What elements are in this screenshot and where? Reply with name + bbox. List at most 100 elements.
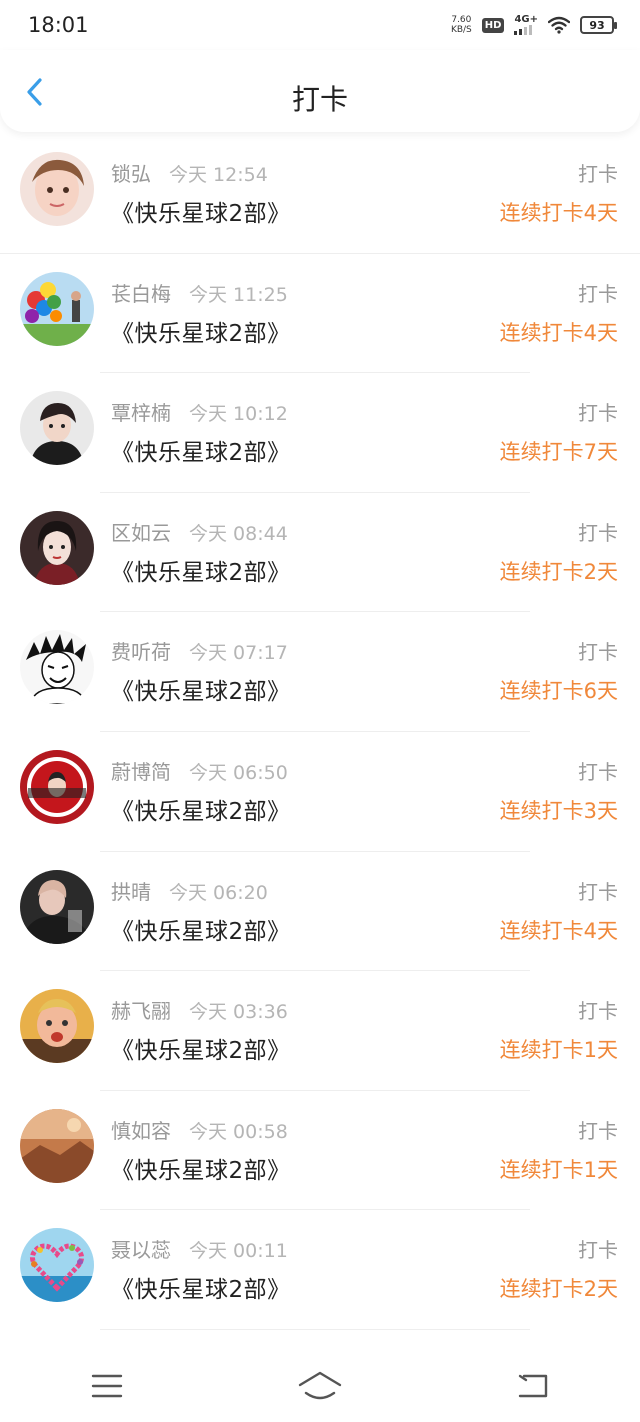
back-nav-icon	[519, 1374, 548, 1398]
user-name-text: 蔚博简	[111, 759, 171, 784]
network-speed-unit: KB/S	[450, 25, 472, 35]
checkin-time: 今天 12:54	[169, 164, 268, 186]
streak-label: 连续打卡2天	[499, 559, 618, 584]
checkin-time: 今天 03:36	[189, 1001, 288, 1024]
avatar[interactable]	[20, 271, 94, 346]
user-name-text: 赫飞翮	[111, 999, 171, 1024]
checkin-label: 打卡	[578, 1238, 618, 1263]
home-button[interactable]	[296, 1366, 344, 1406]
list-item[interactable]: 蔚博简 今天 06:50 《快乐星球2部》 打卡 连续打卡3天	[0, 732, 640, 852]
user-name: 拱晴 今天 06:20	[111, 876, 268, 905]
status-bar: 18:01 7.60 KB/S HD 4G+ 93	[0, 0, 640, 50]
list-item[interactable]: 慎如容 今天 00:58 《快乐星球2部》 打卡 连续打卡1天	[0, 1091, 640, 1211]
menu-button[interactable]	[83, 1366, 131, 1406]
checkin-time: 今天 11:25	[189, 283, 288, 306]
list-item[interactable]: 聂以蕊 今天 00:11 《快乐星球2部》 打卡 连续打卡2天	[0, 1210, 640, 1330]
avatar[interactable]	[20, 749, 94, 824]
checkin-list: 锁弘 今天 12:54 《快乐星球2部》 打卡 连续打卡4天 苌白梅 今天 11:2…	[0, 134, 640, 1330]
checkin-label: 打卡	[578, 759, 618, 784]
user-name: 慎如容 今天 00:58	[111, 1115, 288, 1144]
book-title[interactable]: 《快乐星球2部》	[111, 314, 291, 348]
avatar[interactable]	[20, 152, 94, 226]
streak-label: 连续打卡2天	[499, 1277, 618, 1302]
checkin-time: 今天 06:20	[169, 881, 268, 904]
list-item[interactable]: 赫飞翮 今天 03:36 《快乐星球2部》 打卡 连续打卡1天	[0, 971, 640, 1091]
avatar[interactable]	[20, 869, 94, 944]
avatar[interactable]	[20, 1108, 94, 1183]
battery-level: 93	[589, 18, 605, 32]
checkin-time: 今天 06:50	[189, 761, 288, 784]
book-title[interactable]: 《快乐星球2部》	[111, 1031, 291, 1065]
network-type-label: 4G+	[514, 14, 538, 25]
book-title[interactable]: 《快乐星球2部》	[111, 553, 291, 587]
user-name: 锁弘 今天 12:54	[111, 158, 268, 187]
network-speed-value: 7.60	[451, 15, 472, 25]
checkin-label: 打卡	[578, 162, 618, 186]
checkin-label: 打卡	[578, 520, 618, 545]
book-title[interactable]: 《快乐星球2部》	[111, 1270, 291, 1304]
checkin-time: 今天 10:12	[189, 403, 288, 426]
streak-label: 连续打卡4天	[499, 918, 618, 943]
streak-label: 连续打卡4天	[499, 320, 618, 345]
streak-label: 连续打卡7天	[499, 440, 618, 465]
avatar[interactable]	[20, 391, 94, 466]
system-nav-bar	[0, 1350, 640, 1422]
battery-icon: 93	[580, 16, 617, 34]
user-name-text: 锁弘	[111, 162, 151, 186]
user-name-text: 覃梓楠	[111, 401, 171, 426]
checkin-label: 打卡	[578, 879, 618, 904]
checkin-label: 打卡	[578, 1118, 618, 1143]
avatar[interactable]	[20, 510, 94, 585]
list-item[interactable]: 费听荷 今天 07:17 《快乐星球2部》 打卡 连续打卡6天	[0, 612, 640, 732]
user-name: 费听荷 今天 07:17	[111, 636, 288, 665]
list-item[interactable]: 覃梓楠 今天 10:12 《快乐星球2部》 打卡 连续打卡7天	[0, 373, 640, 493]
user-name: 覃梓楠 今天 10:12	[111, 397, 288, 426]
user-name-text: 费听荷	[111, 640, 171, 665]
hd-icon: HD	[481, 17, 505, 33]
checkin-time: 今天 00:58	[189, 1120, 288, 1143]
checkin-label: 打卡	[578, 281, 618, 306]
list-item[interactable]: 拱晴 今天 06:20 《快乐星球2部》 打卡 连续打卡4天	[0, 852, 640, 972]
user-name: 赫飞翮 今天 03:36	[111, 995, 288, 1024]
streak-label: 连续打卡1天	[499, 1038, 618, 1063]
streak-label: 连续打卡3天	[499, 798, 618, 823]
checkin-label: 打卡	[578, 999, 618, 1024]
back-nav-button[interactable]	[509, 1366, 557, 1406]
checkin-label: 打卡	[578, 640, 618, 665]
avatar[interactable]	[20, 989, 94, 1064]
header-bar: 打卡	[0, 50, 640, 132]
list-item[interactable]: 锁弘 今天 12:54 《快乐星球2部》 打卡 连续打卡4天	[0, 134, 640, 254]
checkin-label: 打卡	[578, 401, 618, 426]
streak-label: 连续打卡6天	[499, 679, 618, 704]
user-name-text: 慎如容	[111, 1118, 171, 1143]
network-speed: 7.60 KB/S	[451, 15, 472, 35]
user-name: 聂以蕊 今天 00:11	[111, 1234, 288, 1263]
divider	[100, 1328, 530, 1330]
streak-label: 连续打卡4天	[499, 201, 618, 225]
user-name-text: 拱晴	[111, 879, 151, 904]
wifi-icon	[548, 16, 570, 34]
avatar[interactable]	[20, 1228, 94, 1303]
user-name: 苌白梅 今天 11:25	[111, 278, 288, 307]
menu-icon	[91, 1374, 122, 1398]
checkin-time: 今天 08:44	[189, 522, 288, 545]
book-title[interactable]: 《快乐星球2部》	[111, 1151, 291, 1185]
home-icon	[298, 1371, 342, 1400]
status-time: 18:01	[28, 13, 89, 37]
user-name: 区如云 今天 08:44	[111, 517, 288, 546]
book-title[interactable]: 《快乐星球2部》	[111, 672, 291, 706]
book-title[interactable]: 《快乐星球2部》	[111, 194, 291, 228]
avatar[interactable]	[20, 630, 94, 705]
checkin-time: 今天 07:17	[189, 642, 288, 665]
list-item[interactable]: 区如云 今天 08:44 《快乐星球2部》 打卡 连续打卡2天	[0, 493, 640, 613]
book-title[interactable]: 《快乐星球2部》	[111, 433, 291, 467]
user-name-text: 苌白梅	[111, 281, 171, 306]
book-title[interactable]: 《快乐星球2部》	[111, 912, 291, 946]
book-title[interactable]: 《快乐星球2部》	[111, 792, 291, 826]
user-name-text: 聂以蕊	[111, 1238, 171, 1263]
list-item[interactable]: 苌白梅 今天 11:25 《快乐星球2部》 打卡 连续打卡4天	[0, 254, 640, 374]
cellular-signal-icon: 4G+	[514, 15, 538, 35]
user-name: 蔚博简 今天 06:50	[111, 756, 288, 785]
streak-label: 连续打卡1天	[499, 1157, 618, 1182]
page-title: 打卡	[291, 83, 348, 116]
